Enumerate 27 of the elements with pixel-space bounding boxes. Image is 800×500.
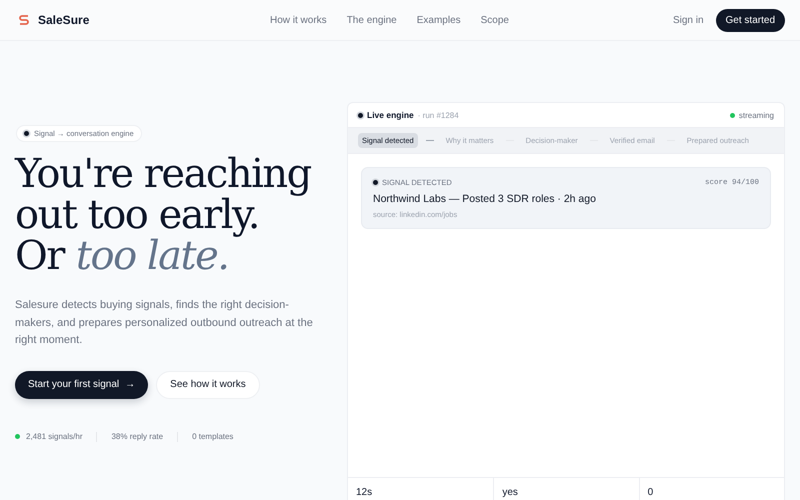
- nav-link[interactable]: Examples: [416, 14, 461, 26]
- get-started-button[interactable]: Get started: [716, 8, 785, 32]
- sign-in-link[interactable]: Sign in: [672, 14, 704, 26]
- headline-line: Or: [15, 233, 64, 279]
- nav-link[interactable]: How it works: [270, 14, 327, 26]
- metric-value: 12s: [356, 487, 372, 498]
- headline-line: out too early.: [15, 195, 260, 236]
- stat-text: 2,481 signals/hr: [26, 432, 82, 441]
- signal-headline: Northwind Labs — Posted 3 SDR roles · 2h ago: [373, 193, 597, 205]
- logo-icon: [18, 14, 30, 26]
- status-dot: [373, 180, 378, 185]
- metric-value: yes: [502, 487, 518, 498]
- nav-link[interactable]: Scope: [480, 14, 509, 26]
- headline-line: You're reaching: [15, 154, 312, 195]
- nav-link[interactable]: The engine: [346, 14, 397, 26]
- run-label: · run #1284: [418, 110, 459, 120]
- stat-text: 0 templates: [192, 432, 234, 441]
- status-dot: [358, 112, 363, 118]
- stat-text: 38% reply rate: [111, 432, 164, 441]
- brand-name[interactable]: SaleSure: [38, 13, 90, 27]
- lead-paragraph: Salesure detects buying signals, finds the right decision-makers, and prepares personalized outbound outreach at the right moment.: [15, 298, 314, 348]
- start-signal-button[interactable]: Start your first signal →: [15, 370, 148, 398]
- panel-title: Live engine: [367, 110, 414, 120]
- metric-value: 0: [648, 487, 654, 498]
- see-how-button[interactable]: See how it works: [156, 370, 260, 398]
- headline-accent: too late.: [76, 233, 228, 279]
- status-label: streaming: [738, 110, 774, 120]
